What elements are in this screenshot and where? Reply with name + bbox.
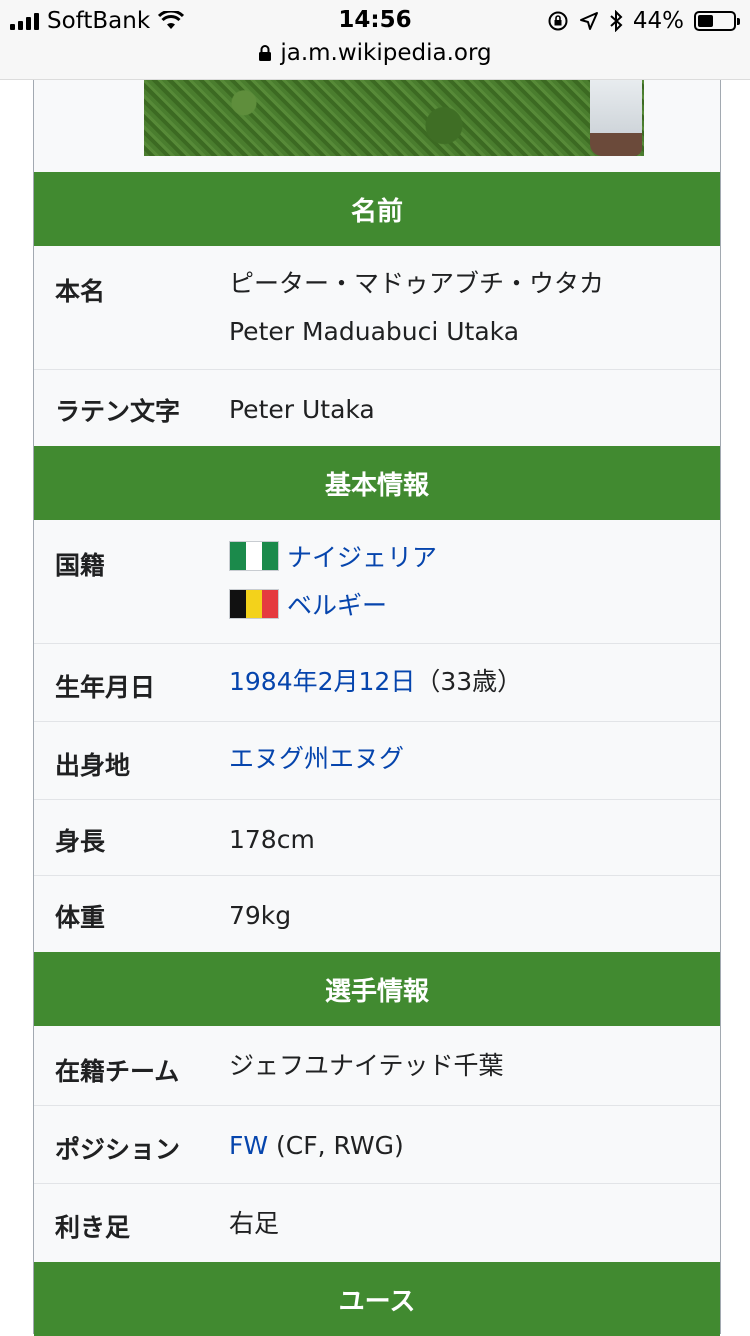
height-value: 178cm <box>229 825 315 854</box>
nationality-link-1[interactable]: ナイジェリア <box>287 543 437 572</box>
birthdate-value: 1984年2月12日（33歳） <box>229 658 522 706</box>
battery-level <box>698 15 713 27</box>
nationality-item: ナイジェリア <box>229 534 437 582</box>
birthdate-link[interactable]: 1984年2月12日 <box>229 667 415 696</box>
row-height: 身長 178cm <box>34 799 720 875</box>
url-text: ja.m.wikipedia.org <box>280 40 492 66</box>
browser-status-bar: SoftBank 14:56 44% ja.m.wikipedia.org <box>0 0 750 80</box>
section-header-basic: 基本情報 <box>34 446 720 520</box>
row-real-name: 本名 ピーター・マドゥアブチ・ウタカ Peter Maduabuci Utaka <box>34 246 720 369</box>
real-name-value: ピーター・マドゥアブチ・ウタカ Peter Maduabuci Utaka <box>229 260 604 356</box>
position-link[interactable]: FW <box>229 1131 268 1160</box>
real-name-ja: ピーター・マドゥアブチ・ウタカ <box>229 269 605 298</box>
row-team: 在籍チーム ジェフユナイテッド千葉 <box>34 1026 720 1105</box>
position-label: ポジション <box>55 1135 181 1164</box>
row-birthplace: 出身地 エヌグ州エヌグ <box>34 721 720 799</box>
row-nationality: 国籍 ナイジェリア ベルギー <box>34 520 720 643</box>
birthplace-link[interactable]: エヌグ州エヌグ <box>229 735 404 783</box>
position-value: FW (CF, RWG) <box>229 1122 404 1170</box>
player-photo[interactable] <box>144 80 644 156</box>
location-arrow-icon <box>579 12 598 30</box>
infobox: 名前 本名 ピーター・マドゥアブチ・ウタカ Peter Maduabuci Ut… <box>33 80 721 1336</box>
row-birthdate: 生年月日 1984年2月12日（33歳） <box>34 643 720 721</box>
latin-value: Peter Utaka <box>229 395 375 424</box>
birthdate-age: （33歳） <box>415 667 523 696</box>
battery-icon <box>694 11 740 31</box>
battery-percentage: 44% <box>632 8 684 34</box>
birthplace-label: 出身地 <box>55 751 131 780</box>
row-position: ポジション FW (CF, RWG) <box>34 1105 720 1183</box>
team-label: 在籍チーム <box>55 1057 180 1086</box>
nationality-label: 国籍 <box>55 551 106 580</box>
birthdate-label: 生年月日 <box>55 673 156 702</box>
nigeria-flag-icon[interactable] <box>229 541 279 571</box>
belgium-flag-icon[interactable] <box>229 589 279 619</box>
weight-label: 体重 <box>55 903 106 932</box>
section-header-player: 選手情報 <box>34 952 720 1026</box>
nationality-item: ベルギー <box>229 582 437 630</box>
rotation-lock-icon <box>548 11 568 31</box>
bluetooth-icon <box>610 10 623 32</box>
real-name-en: Peter Maduabuci Utaka <box>229 317 520 346</box>
team-value: ジェフユナイテッド千葉 <box>229 1051 504 1080</box>
height-label: 身長 <box>55 827 106 856</box>
url-bar[interactable]: ja.m.wikipedia.org <box>0 40 750 66</box>
status-icons: 44% <box>547 8 740 34</box>
row-weight: 体重 79kg <box>34 875 720 952</box>
nationality-link-2[interactable]: ベルギー <box>287 591 387 620</box>
row-foot: 利き足 右足 <box>34 1183 720 1262</box>
position-detail: (CF, RWG) <box>268 1131 404 1160</box>
row-latin-name: ラテン文字 Peter Utaka <box>34 369 720 445</box>
section-header-name: 名前 <box>34 172 720 246</box>
latin-label: ラテン文字 <box>55 397 181 426</box>
section-header-youth: ユース <box>34 1262 720 1336</box>
photo-detail <box>590 80 642 156</box>
weight-value: 79kg <box>229 901 292 930</box>
foot-value: 右足 <box>229 1209 280 1238</box>
nationality-value: ナイジェリア ベルギー <box>229 534 437 630</box>
real-name-label: 本名 <box>55 277 106 306</box>
lock-icon <box>259 45 272 61</box>
foot-label: 利き足 <box>55 1213 131 1242</box>
